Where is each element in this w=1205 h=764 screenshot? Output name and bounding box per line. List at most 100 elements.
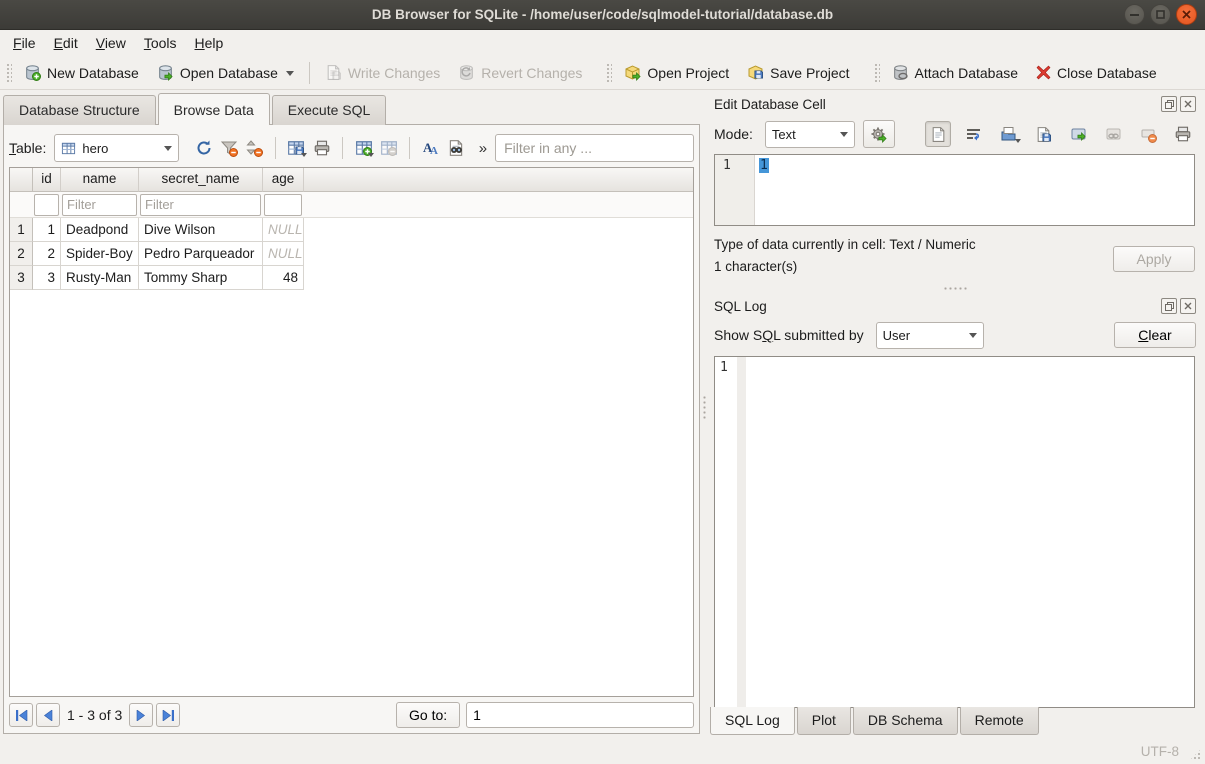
more-chevron-icon[interactable]: » bbox=[479, 140, 487, 157]
table-row[interactable]: 3 3 Rusty-Man Tommy Sharp 48 bbox=[10, 266, 693, 290]
float-dock-icon[interactable] bbox=[1161, 298, 1177, 314]
close-dock-icon[interactable] bbox=[1180, 96, 1196, 112]
maximize-button[interactable] bbox=[1150, 4, 1171, 25]
minimize-button[interactable] bbox=[1124, 4, 1145, 25]
save-project-button[interactable]: Save Project bbox=[738, 59, 858, 86]
filter-age-input[interactable] bbox=[264, 194, 302, 216]
save-data-icon[interactable] bbox=[1030, 121, 1056, 147]
previous-page-icon[interactable] bbox=[36, 703, 60, 727]
column-header-id[interactable]: id bbox=[33, 168, 61, 192]
vertical-splitter[interactable] bbox=[700, 90, 709, 738]
attach-database-button[interactable]: Attach Database bbox=[883, 59, 1028, 86]
goto-input[interactable] bbox=[466, 702, 694, 728]
next-page-icon[interactable] bbox=[129, 703, 153, 727]
filter-name-input[interactable] bbox=[62, 194, 137, 216]
clear-log-button[interactable]: Clear bbox=[1114, 322, 1196, 348]
toolbar-grip[interactable] bbox=[873, 62, 880, 84]
tab-plot[interactable]: Plot bbox=[797, 707, 851, 735]
tab-db-schema[interactable]: DB Schema bbox=[853, 707, 958, 735]
new-database-button[interactable]: New Database bbox=[15, 59, 148, 86]
word-wrap-icon[interactable] bbox=[960, 121, 986, 147]
table-row[interactable]: 2 2 Spider-Boy Pedro Parqueador NULL bbox=[10, 242, 693, 266]
print-cell-icon[interactable] bbox=[1170, 121, 1196, 147]
insert-record-icon[interactable] bbox=[353, 135, 374, 161]
dock-tab-bar: SQL Log Plot DB Schema Remote bbox=[709, 708, 1196, 738]
refresh-icon[interactable] bbox=[193, 135, 214, 161]
menu-help[interactable]: Help bbox=[186, 32, 233, 54]
close-button[interactable] bbox=[1176, 4, 1197, 25]
grid-filter-row bbox=[10, 192, 693, 218]
chevron-down-icon bbox=[1015, 139, 1021, 146]
close-database-button[interactable]: Close Database bbox=[1027, 60, 1166, 86]
sql-log-controls: Show SQL submitted by User Clear bbox=[709, 318, 1196, 352]
goto-button[interactable]: Go to: bbox=[396, 702, 460, 728]
editor-content[interactable]: 1 bbox=[755, 155, 1194, 225]
tab-sql-log[interactable]: SQL Log bbox=[710, 707, 795, 735]
window-title: DB Browser for SQLite - /home/user/code/… bbox=[0, 7, 1205, 22]
text-mode-icon[interactable] bbox=[925, 121, 951, 147]
resize-grip-icon[interactable] bbox=[1189, 748, 1202, 761]
export-data-icon[interactable] bbox=[1065, 121, 1091, 147]
toolbar-grip[interactable] bbox=[5, 62, 12, 84]
column-header-age[interactable]: age bbox=[263, 168, 304, 192]
import-data-icon[interactable] bbox=[995, 121, 1021, 147]
log-line-number: 1 bbox=[715, 357, 737, 707]
attach-database-icon bbox=[892, 64, 909, 81]
open-database-button[interactable]: Open Database bbox=[148, 59, 303, 86]
tab-browse-data[interactable]: Browse Data bbox=[158, 93, 270, 125]
cell-editor[interactable]: 1 1 bbox=[714, 154, 1195, 226]
database-open-icon bbox=[157, 64, 174, 81]
table-toolbar: Table: hero bbox=[9, 129, 694, 167]
table-row[interactable]: 1 1 Deadpond Dive Wilson NULL bbox=[10, 218, 693, 242]
write-changes-icon bbox=[325, 64, 342, 81]
editor-line-number: 1 bbox=[715, 155, 755, 225]
open-project-button[interactable]: Open Project bbox=[615, 59, 738, 86]
edit-cell-toolbar: Mode: Text bbox=[709, 116, 1196, 152]
menu-edit[interactable]: Edit bbox=[45, 32, 87, 54]
apply-settings-icon[interactable] bbox=[863, 120, 895, 148]
clear-sort-icon[interactable] bbox=[244, 135, 265, 161]
tab-database-structure[interactable]: Database Structure bbox=[3, 95, 156, 125]
last-page-icon[interactable] bbox=[156, 703, 180, 727]
filter-any-input[interactable] bbox=[495, 134, 694, 162]
mode-select[interactable]: Text bbox=[765, 121, 855, 148]
horizontal-splitter[interactable] bbox=[709, 284, 1196, 294]
menu-tools[interactable]: Tools bbox=[135, 32, 186, 54]
chevron-down-icon bbox=[840, 132, 848, 141]
filter-id-input[interactable] bbox=[34, 194, 59, 216]
find-in-table-icon[interactable] bbox=[446, 135, 467, 161]
browse-data-pane: Database Structure Browse Data Execute S… bbox=[0, 90, 700, 738]
sql-source-select[interactable]: User bbox=[876, 322, 984, 349]
revert-changes-icon bbox=[458, 64, 475, 81]
first-page-icon[interactable] bbox=[9, 703, 33, 727]
column-header-name[interactable]: name bbox=[61, 168, 139, 192]
table-select[interactable]: hero bbox=[54, 134, 179, 162]
chevron-down-icon bbox=[164, 146, 172, 155]
grid-header-row: id name secret_name age bbox=[10, 168, 693, 192]
column-header-secret-name[interactable]: secret_name bbox=[139, 168, 263, 192]
float-dock-icon[interactable] bbox=[1161, 96, 1177, 112]
edit-cell-dock-title: Edit Database Cell bbox=[709, 92, 1196, 116]
record-range-label: 1 - 3 of 3 bbox=[67, 707, 122, 723]
export-table-icon[interactable] bbox=[286, 135, 307, 161]
edit-display-format-icon[interactable]: AA bbox=[420, 135, 441, 161]
filter-secret-name-input[interactable] bbox=[140, 194, 261, 216]
menu-file[interactable]: File bbox=[4, 32, 45, 54]
titlebar[interactable]: DB Browser for SQLite - /home/user/code/… bbox=[0, 0, 1205, 30]
print-table-icon[interactable] bbox=[311, 135, 332, 161]
menu-bar: File Edit View Tools Help bbox=[0, 30, 1205, 56]
chevron-down-icon bbox=[969, 333, 977, 342]
sql-log-view[interactable]: 1 bbox=[714, 356, 1195, 708]
menu-view[interactable]: View bbox=[87, 32, 135, 54]
apply-button: Apply bbox=[1113, 246, 1195, 272]
browse-data-frame: Table: hero bbox=[3, 124, 700, 734]
encoding-label[interactable]: UTF-8 bbox=[1141, 744, 1179, 759]
data-grid[interactable]: id name secret_name age bbox=[9, 167, 694, 697]
toolbar-grip[interactable] bbox=[605, 62, 612, 84]
revert-changes-button: Revert Changes bbox=[449, 59, 591, 86]
close-dock-icon[interactable] bbox=[1180, 298, 1196, 314]
tab-remote[interactable]: Remote bbox=[960, 707, 1039, 735]
tab-execute-sql[interactable]: Execute SQL bbox=[272, 95, 387, 125]
clear-filters-icon[interactable] bbox=[219, 135, 240, 161]
mode-label: Mode: bbox=[714, 126, 753, 142]
